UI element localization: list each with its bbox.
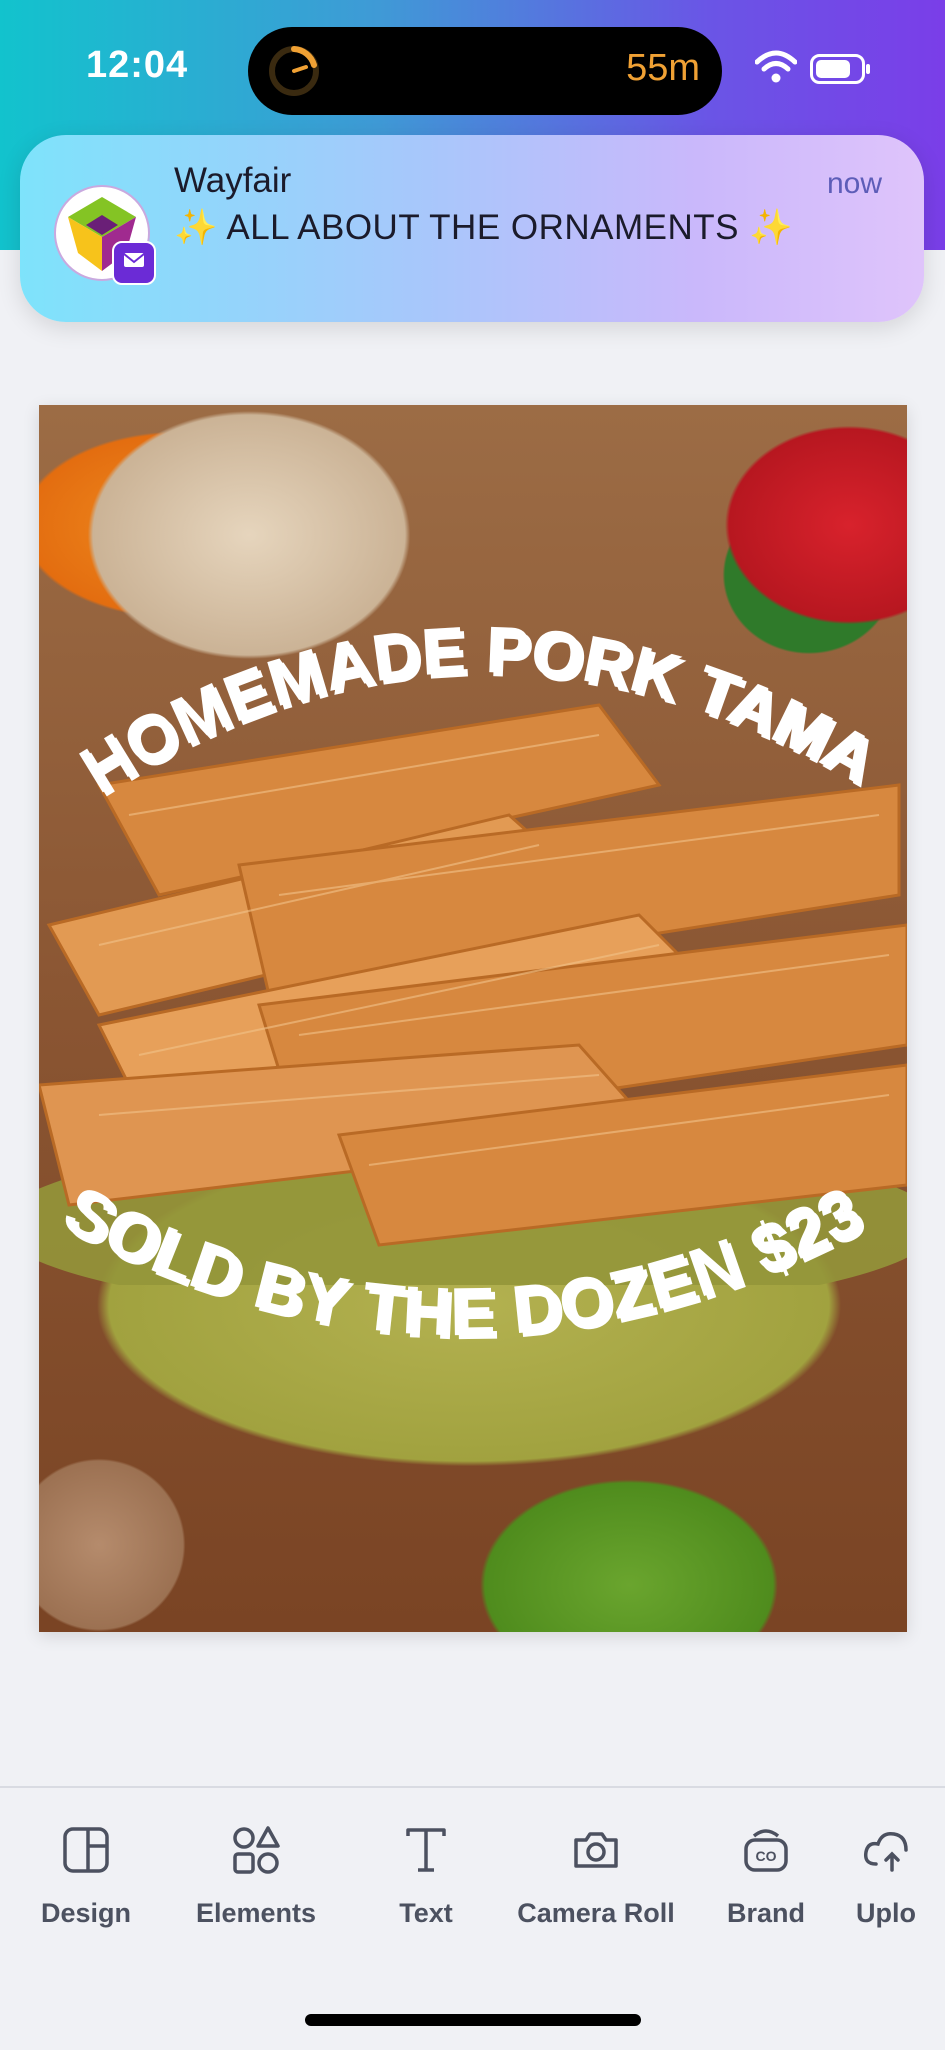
toolbar-text[interactable]: Text <box>346 1824 506 1929</box>
dynamic-island[interactable]: 55m <box>248 27 722 115</box>
text-icon <box>406 1828 446 1872</box>
toolbar-camera-roll[interactable]: Camera Roll <box>516 1824 676 1929</box>
toolbar-uploads-label: Uplo <box>856 1898 916 1928</box>
brand-icon: CO <box>744 1829 788 1872</box>
subline-label: SOLD BY THE DOZEN $23.00 <box>39 1185 873 1350</box>
home-indicator[interactable] <box>305 2014 641 2026</box>
svg-text:SOLD BY THE DOZEN $23.00: SOLD BY THE DOZEN $23.00 <box>39 1185 873 1350</box>
subline-text[interactable]: SOLD BY THE DOZEN $23.00 SOLD BY THE DOZ… <box>39 1185 907 1485</box>
yahoo-mail-badge-icon <box>112 241 156 285</box>
island-timer-text: 55m <box>626 47 700 89</box>
timer-icon <box>269 46 319 96</box>
design-icon <box>63 1827 109 1873</box>
push-notification[interactable]: Wayfair now ✨ ALL ABOUT THE ORNAMENTS ✨ <box>20 135 924 322</box>
bottom-toolbar: Design Elements Text Camera Roll CO Bran… <box>0 1786 945 2050</box>
battery-icon <box>810 54 870 84</box>
toolbar-design[interactable]: Design <box>6 1824 166 1929</box>
camera-icon <box>574 1832 618 1868</box>
toolbar-text-label: Text <box>399 1898 453 1928</box>
toolbar-brand-label: Brand <box>726 1898 805 1928</box>
toolbar-design-label: Design <box>40 1898 132 1928</box>
headline-text[interactable]: HOMEMADE PORK TAMALES HOMEMADE PORK TAMA… <box>39 595 907 895</box>
wifi-icon <box>755 50 797 83</box>
toolbar-elements[interactable]: Elements <box>176 1824 336 1929</box>
elements-icon <box>233 1826 280 1874</box>
status-time: 12:04 <box>86 44 189 86</box>
upload-icon <box>863 1831 908 1872</box>
svg-text:CO: CO <box>756 1848 777 1864</box>
notification-message: ✨ ALL ABOUT THE ORNAMENTS ✨ <box>174 208 794 247</box>
toolbar-brand[interactable]: CO Brand <box>686 1824 846 1929</box>
notification-time: now <box>826 167 882 200</box>
toolbar-camera-roll-label: Camera Roll <box>517 1898 675 1928</box>
toolbar-uploads[interactable]: Uplo <box>856 1824 945 1929</box>
notification-app-name: Wayfair <box>174 161 292 200</box>
toolbar-elements-label: Elements <box>195 1898 317 1928</box>
design-canvas[interactable]: HOMEMADE PORK TAMALES HOMEMADE PORK TAMA… <box>39 405 907 1632</box>
